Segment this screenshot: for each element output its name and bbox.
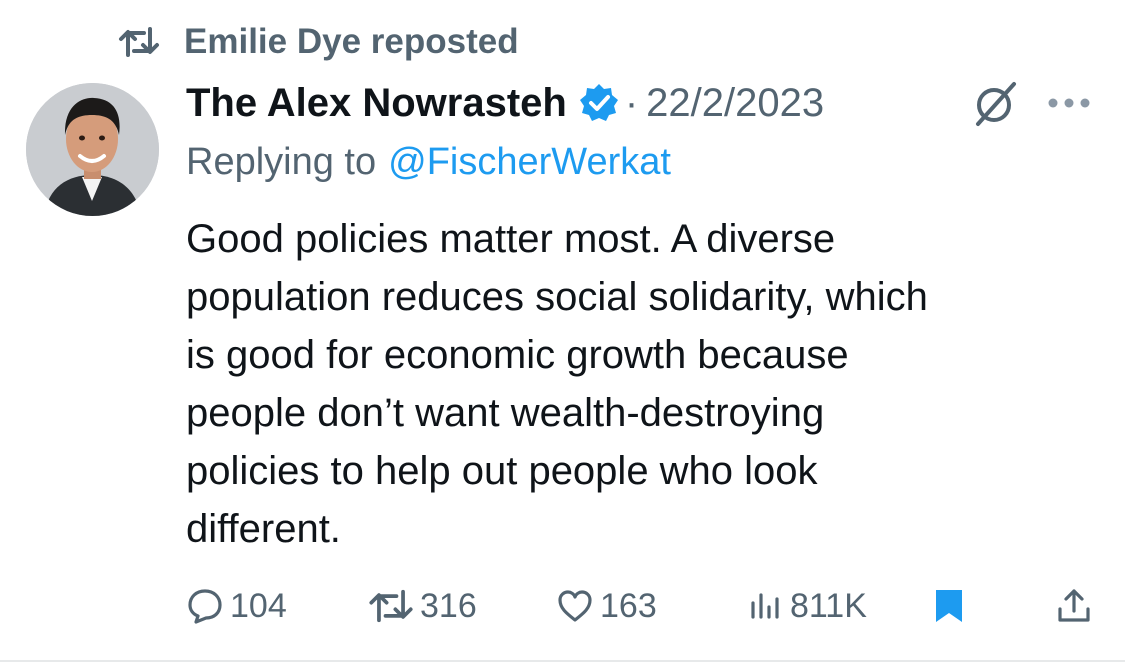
repost-icon	[119, 27, 159, 57]
views-count: 811K	[790, 586, 867, 625]
author-name[interactable]: The Alex Nowrasteh	[186, 81, 567, 126]
repost-count: 316	[420, 586, 477, 625]
action-bar: 104 316 163 811K	[0, 580, 1125, 632]
more-dots-icon[interactable]	[1045, 96, 1093, 110]
bookmark-button[interactable]	[930, 580, 974, 632]
avatar-image	[26, 83, 159, 216]
replying-to: Replying to @FischerWerkat	[186, 136, 671, 188]
views-button[interactable]: 811K	[746, 580, 867, 632]
repost-context[interactable]: Emilie Dye reposted	[118, 20, 519, 64]
replying-to-label: Replying to	[186, 140, 377, 183]
verified-badge-icon[interactable]	[579, 83, 619, 123]
tweet-text-line: different.	[186, 507, 341, 551]
tweet-header: The Alex Nowrasteh · 22/2/2023	[186, 76, 824, 130]
views-chart-icon	[751, 593, 779, 619]
tweet-text-line: population reduces social solidarity, wh…	[186, 275, 928, 319]
tweet-text-line: policies to help out people who look	[186, 449, 818, 493]
header-separator: ·	[624, 80, 639, 125]
tweet-date[interactable]: 22/2/2023	[646, 81, 824, 126]
tweet-text-line: is good for economic growth because	[186, 333, 849, 377]
repost-label: Emilie Dye reposted	[184, 22, 519, 61]
repost-icon	[369, 589, 413, 623]
heart-icon	[558, 590, 592, 622]
tweet-text-line: people don’t want wealth-destroying	[186, 391, 825, 435]
avatar[interactable]	[26, 83, 159, 216]
like-count: 163	[600, 586, 657, 625]
repost-button[interactable]: 316	[368, 580, 477, 632]
share-upload-icon	[1058, 589, 1090, 622]
reply-bubble-icon	[188, 589, 222, 624]
tweet-text-line: Good policies matter most. A diverse	[186, 217, 836, 261]
reply-button[interactable]: 104	[186, 580, 287, 632]
tweet-text: Good policies matter most. A diverse pop…	[186, 210, 1106, 558]
share-button[interactable]	[1055, 580, 1099, 632]
grok-icon[interactable]	[968, 78, 1020, 130]
bookmark-icon	[936, 590, 962, 622]
reply-handle-link[interactable]: @FischerWerkat	[388, 141, 671, 184]
like-button[interactable]: 163	[556, 580, 657, 632]
reply-count: 104	[230, 586, 287, 625]
